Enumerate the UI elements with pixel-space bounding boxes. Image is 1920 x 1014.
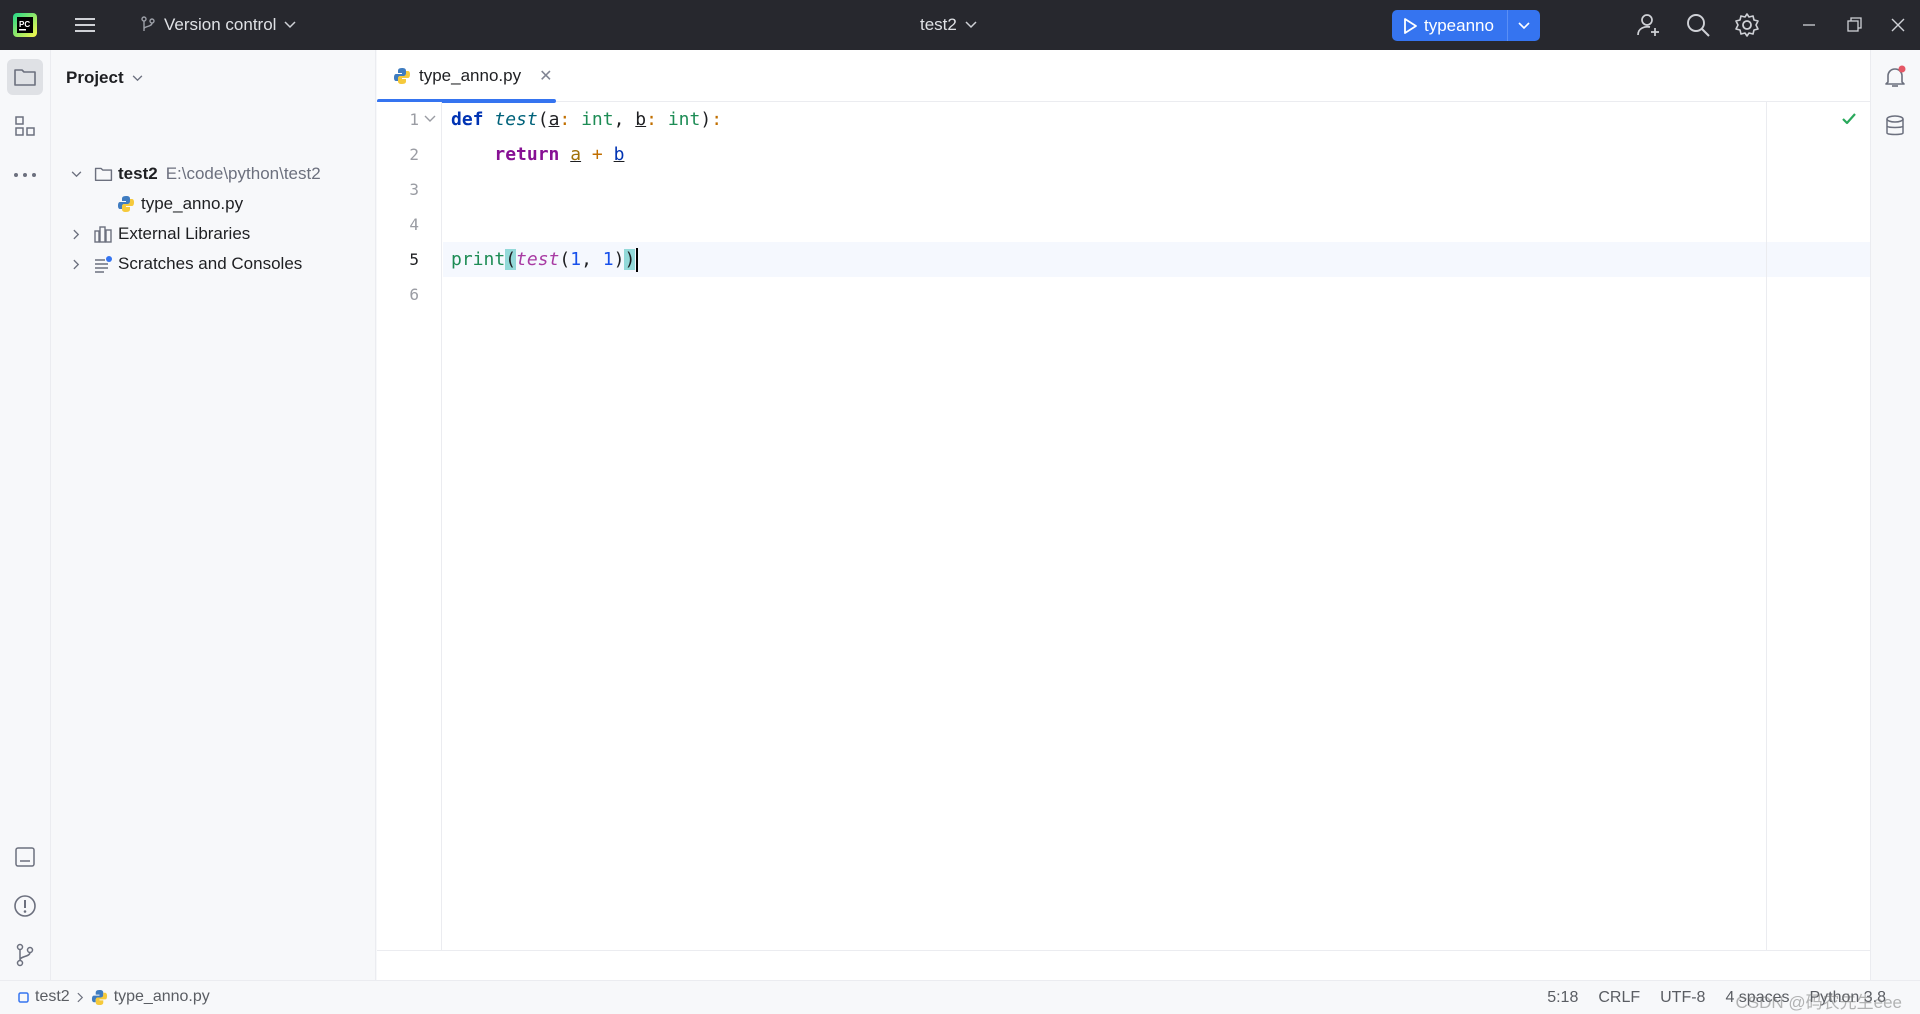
fold-chevron-icon[interactable]: [424, 113, 436, 125]
play-icon: [1404, 17, 1417, 34]
tree-item-label: type_anno.py: [141, 194, 244, 213]
tree-item-path: E:\code\python\test2: [165, 164, 321, 183]
tree-item-label: test2: [118, 164, 158, 183]
chevron-down-icon: [284, 21, 296, 29]
breadcrumb-file-label: type_anno.py: [113, 988, 210, 1005]
structure-tool-button[interactable]: [7, 108, 43, 144]
chevron-down-icon: [1518, 21, 1530, 29]
git-tool-button[interactable]: [7, 937, 43, 973]
notification-icon: [1885, 65, 1906, 87]
code-line-1: def test(a: int, b: int):: [451, 109, 723, 130]
problems-icon: [14, 895, 36, 917]
line-number-current: 5: [409, 250, 419, 269]
editor-tabs: type_anno.py ✕: [377, 50, 1870, 103]
right-margin-guide: [1766, 102, 1767, 950]
add-user-icon[interactable]: [1636, 12, 1662, 38]
tree-item-label: Scratches and Consoles: [118, 254, 303, 273]
python-file-icon: [118, 196, 134, 212]
chevron-right-icon[interactable]: [68, 226, 84, 242]
run-configuration-widget: typeanno: [1392, 10, 1540, 41]
line-ending[interactable]: CRLF: [1598, 989, 1640, 1007]
breadcrumb-project[interactable]: test2: [18, 988, 70, 1006]
line-number: 3: [409, 180, 419, 199]
branch-icon: [141, 16, 155, 31]
library-icon: [94, 225, 112, 243]
project-panel-title: Project: [66, 68, 124, 87]
project-name: test2: [920, 15, 957, 34]
version-control-widget[interactable]: Version control: [140, 0, 296, 50]
tree-item-type-anno[interactable]: type_anno.py: [51, 189, 376, 219]
line-number: 6: [409, 285, 419, 304]
text-caret: [636, 248, 639, 272]
chevron-down-icon[interactable]: [68, 166, 84, 182]
svg-text:PC: PC: [19, 20, 30, 29]
minimize-icon[interactable]: [1798, 14, 1820, 36]
gear-icon[interactable]: [1734, 12, 1760, 38]
version-control-label: Version control: [164, 15, 277, 34]
folder-icon: [94, 167, 113, 182]
breadcrumb-file[interactable]: type_anno.py: [91, 988, 210, 1006]
pycharm-logo-icon[interactable]: PC: [12, 12, 38, 38]
check-icon[interactable]: [1840, 110, 1858, 128]
code-line-5: print(test(1, 1)): [443, 242, 1870, 277]
run-config-dropdown[interactable]: [1508, 10, 1540, 41]
tree-item-label: External Libraries: [118, 224, 251, 243]
file-encoding[interactable]: UTF-8: [1660, 989, 1705, 1007]
folder-icon: [14, 69, 36, 86]
tab-label: type_anno.py: [419, 66, 522, 85]
status-bar: test2 type_anno.py 5:18 CRLF UTF-8 4 spa…: [0, 980, 1920, 1013]
close-icon[interactable]: [1887, 14, 1909, 36]
tree-item-external-libraries[interactable]: External Libraries: [51, 219, 376, 249]
hamburger-menu-icon[interactable]: [73, 14, 97, 36]
project-tool-button[interactable]: [7, 59, 43, 95]
watermark: CSDN @码农先生eee: [1735, 993, 1902, 1012]
chevron-down-icon: [965, 21, 977, 29]
more-tools-button[interactable]: [7, 157, 43, 193]
terminal-tool-button[interactable]: [7, 839, 43, 875]
search-icon[interactable]: [1685, 12, 1711, 38]
project-panel: Project test2 E:\code\python\test2 type_…: [51, 50, 376, 980]
chevron-right-icon: [77, 992, 83, 1002]
breadcrumb: test2 type_anno.py: [18, 988, 210, 1006]
database-tool-button[interactable]: [1877, 108, 1913, 144]
chevron-right-icon[interactable]: [68, 256, 84, 272]
tab-close-icon[interactable]: ✕: [539, 66, 552, 86]
project-switcher[interactable]: test2: [920, 0, 977, 50]
right-tool-strip: [1870, 50, 1920, 980]
structure-icon: [15, 116, 35, 136]
line-number: 2: [409, 145, 419, 164]
caret-position[interactable]: 5:18: [1547, 989, 1578, 1007]
database-icon: [1886, 115, 1904, 136]
notifications-button[interactable]: [1877, 59, 1913, 95]
editor-area: type_anno.py ✕ 1 2 3 4 5 6 def test(a: i…: [377, 50, 1870, 980]
tab-type-anno[interactable]: type_anno.py ✕: [377, 50, 556, 103]
line-number-gutter: 1 2 3 4 5 6: [377, 102, 442, 950]
git-icon: [16, 943, 34, 967]
tree-item-scratches[interactable]: Scratches and Consoles: [51, 249, 376, 279]
left-tool-strip: [0, 50, 51, 980]
scratches-icon: [95, 255, 112, 273]
code-editor[interactable]: def test(a: int, b: int): return a + b p…: [443, 102, 1870, 950]
breadcrumb-project-label: test2: [35, 988, 70, 1005]
line-number: 1: [409, 110, 419, 129]
run-config-label: typeanno: [1424, 15, 1494, 35]
problems-tool-button[interactable]: [7, 888, 43, 924]
project-panel-header[interactable]: Project: [66, 68, 143, 88]
python-file-icon: [394, 68, 410, 84]
restore-icon[interactable]: [1843, 14, 1865, 36]
code-line-2: return a + b: [494, 144, 625, 165]
more-icon: [14, 173, 36, 177]
terminal-icon: [15, 847, 35, 867]
horizontal-scrollbar[interactable]: [377, 950, 1870, 980]
run-button[interactable]: typeanno: [1392, 10, 1507, 41]
python-file-icon: [91, 989, 107, 1005]
chevron-down-icon: [132, 74, 142, 81]
module-icon: [18, 991, 29, 1003]
tree-item-test2[interactable]: test2 E:\code\python\test2: [51, 159, 376, 189]
line-number: 4: [409, 215, 419, 234]
title-bar: PC Version control test2 typeanno: [0, 0, 1920, 50]
